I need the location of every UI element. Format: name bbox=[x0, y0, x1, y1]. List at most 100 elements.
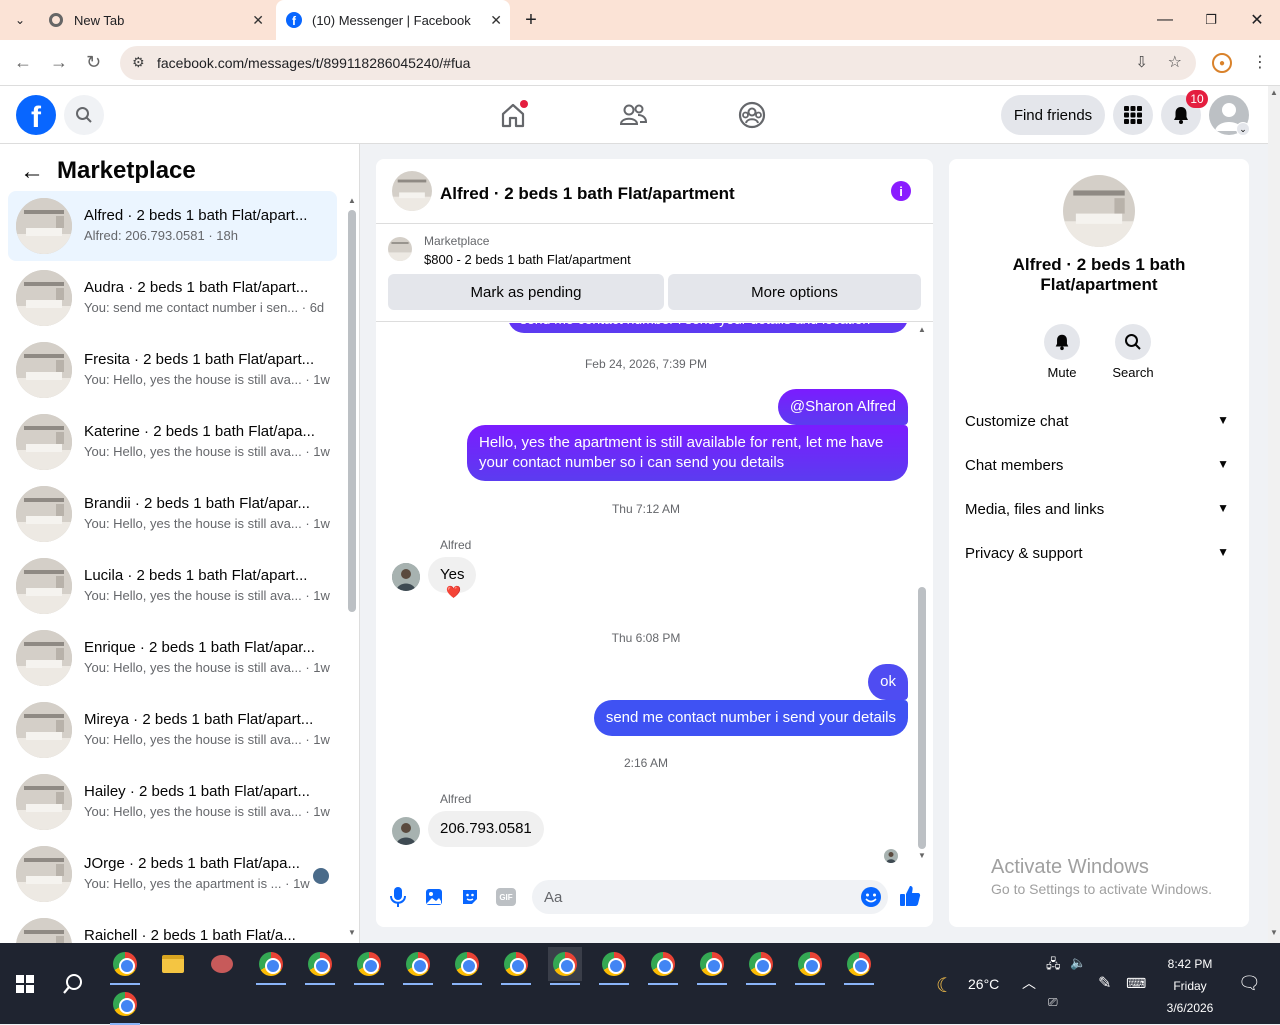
tab-search-icon[interactable]: ⌄ bbox=[2, 0, 38, 40]
info-icon[interactable]: i bbox=[891, 181, 911, 201]
windows-start-icon[interactable] bbox=[8, 967, 42, 1001]
conversation-item[interactable]: Katerine · 2 beds 1 bath Flat/apa... You:… bbox=[8, 407, 337, 477]
chrome-icon[interactable] bbox=[646, 947, 680, 985]
pen-icon[interactable]: ✎ bbox=[1098, 973, 1111, 993]
conversation-item[interactable]: Fresita · 2 beds 1 bath Flat/apart... You… bbox=[8, 335, 337, 405]
chrome-icon[interactable] bbox=[597, 947, 631, 985]
search-icon[interactable] bbox=[56, 967, 90, 1001]
message-bubble[interactable]: 206.793.0581 bbox=[428, 811, 544, 847]
message-scrollbar[interactable]: ▲ ▼ bbox=[916, 325, 928, 861]
site-info-icon[interactable]: ⚙ bbox=[132, 54, 145, 71]
chrome-icon[interactable] bbox=[303, 947, 337, 985]
search-icon[interactable] bbox=[64, 95, 104, 135]
friends-icon[interactable] bbox=[618, 100, 648, 130]
close-window-icon[interactable]: ✕ bbox=[1234, 0, 1280, 40]
customize-chat-section[interactable]: Customize chat ▼ bbox=[965, 413, 1233, 430]
search-label[interactable]: Search bbox=[1103, 365, 1163, 380]
mention-bubble[interactable]: @Sharon Alfred bbox=[777, 389, 908, 425]
find-friends-button[interactable]: Find friends bbox=[1001, 95, 1105, 135]
keyboard-icon[interactable]: ⌨ bbox=[1126, 975, 1146, 992]
close-icon[interactable]: ✕ bbox=[252, 12, 264, 29]
message-bubble[interactable]: send me contact number i send your detai… bbox=[593, 700, 908, 736]
microphone-icon[interactable] bbox=[388, 885, 408, 909]
photo-icon[interactable] bbox=[424, 887, 444, 907]
emoji-icon[interactable] bbox=[860, 886, 882, 908]
chevron-down-icon[interactable]: ⌄ bbox=[1236, 122, 1250, 136]
chat-title[interactable]: Alfred · 2 beds 1 bath Flat/apartment bbox=[440, 184, 735, 204]
omnibox[interactable]: ⚙ facebook.com/messages/t/89911828604524… bbox=[120, 46, 1196, 80]
heart-reaction-icon[interactable]: ❤️ bbox=[446, 585, 461, 599]
tab-messenger[interactable]: f (10) Messenger | Facebook ✕ bbox=[276, 0, 510, 40]
chrome-icon[interactable] bbox=[842, 947, 876, 985]
gif-icon[interactable]: GIF bbox=[496, 888, 516, 906]
chrome-icon[interactable] bbox=[695, 947, 729, 985]
message-bubble[interactable]: ok bbox=[868, 664, 908, 700]
message-bubble[interactable]: send me contact number i send your detai… bbox=[508, 323, 908, 333]
chrome-icon[interactable] bbox=[352, 947, 386, 985]
message-bubble[interactable]: Hello, yes the apartment is still availa… bbox=[467, 425, 908, 481]
menu-kebab-icon[interactable]: ⋮ bbox=[1252, 52, 1268, 72]
privacy-support-section[interactable]: Privacy & support ▼ bbox=[965, 545, 1233, 562]
conversation-item[interactable]: Alfred · 2 beds 1 bath Flat/apart... Alfr… bbox=[8, 191, 337, 261]
chat-members-section[interactable]: Chat members ▼ bbox=[965, 457, 1233, 474]
conversation-item[interactable]: Lucila · 2 beds 1 bath Flat/apart... You:… bbox=[8, 551, 337, 621]
conversation-item[interactable]: Audra · 2 beds 1 bath Flat/apart... You: … bbox=[8, 263, 337, 333]
home-icon[interactable] bbox=[498, 100, 528, 130]
sender-avatar[interactable] bbox=[392, 563, 420, 591]
listing-text[interactable]: $800 - 2 beds 1 bath Flat/apartment bbox=[424, 252, 631, 267]
weather-moon-icon[interactable]: ☾ bbox=[936, 973, 954, 998]
back-icon[interactable]: ← bbox=[14, 52, 32, 73]
minimize-icon[interactable]: — bbox=[1142, 0, 1188, 40]
network-icon[interactable]: 🖧 bbox=[1046, 955, 1061, 977]
more-options-button[interactable]: More options bbox=[668, 274, 921, 310]
sticker-icon[interactable] bbox=[460, 887, 480, 907]
restore-icon[interactable]: ❐ bbox=[1188, 0, 1234, 40]
menu-grid-icon[interactable] bbox=[1113, 95, 1153, 135]
like-icon[interactable] bbox=[898, 884, 922, 908]
chrome-icon[interactable] bbox=[401, 947, 435, 985]
back-arrow-icon[interactable]: ← bbox=[20, 158, 44, 186]
clock[interactable]: 8:42 PM Friday 3/6/2026 bbox=[1160, 953, 1220, 1019]
chrome-icon[interactable] bbox=[254, 947, 288, 985]
reload-icon[interactable]: ↻ bbox=[86, 52, 101, 73]
mute-bell-icon[interactable] bbox=[1044, 324, 1080, 360]
close-icon[interactable]: ✕ bbox=[490, 12, 502, 29]
sender-avatar[interactable] bbox=[392, 817, 420, 845]
volume-icon[interactable]: 🔈 bbox=[1070, 955, 1086, 971]
chevron-up-icon[interactable]: ︿ bbox=[1022, 973, 1036, 993]
meet-icon[interactable]: ⎚ bbox=[1048, 995, 1058, 1010]
conversation-item[interactable]: Raichell · 2 beds 1 bath Flat/a... bbox=[8, 911, 337, 943]
page-scrollbar[interactable]: ▲ ▼ bbox=[1268, 86, 1280, 943]
conversation-scrollbar[interactable]: ▲ ▼ bbox=[346, 192, 358, 940]
chrome-icon[interactable] bbox=[548, 947, 582, 985]
facebook-logo-icon[interactable]: f bbox=[16, 95, 56, 135]
profile-avatar[interactable] bbox=[1063, 175, 1135, 247]
notifications-icon[interactable]: 🗨 bbox=[1238, 973, 1261, 994]
conversation-item[interactable]: Enrique · 2 beds 1 bath Flat/apar... You:… bbox=[8, 623, 337, 693]
conversation-item[interactable]: JOrge · 2 beds 1 bath Flat/apa... You: He… bbox=[8, 839, 337, 909]
new-tab-icon[interactable]: + bbox=[508, 0, 554, 40]
profile-icon[interactable]: ● bbox=[1212, 53, 1232, 73]
chrome-icon[interactable] bbox=[744, 947, 778, 985]
chrome-icon[interactable] bbox=[793, 947, 827, 985]
message-input[interactable]: Aa bbox=[532, 880, 888, 914]
chrome-icon[interactable] bbox=[108, 987, 142, 1025]
forward-icon[interactable]: → bbox=[50, 52, 68, 73]
chat-avatar[interactable] bbox=[392, 171, 432, 211]
chrome-icon[interactable] bbox=[499, 947, 533, 985]
install-app-icon[interactable]: ⇩ bbox=[1135, 53, 1148, 71]
conversation-item[interactable]: Brandii · 2 beds 1 bath Flat/apar... You:… bbox=[8, 479, 337, 549]
temperature[interactable]: 26°C bbox=[968, 976, 999, 992]
media-files-links-section[interactable]: Media, files and links ▼ bbox=[965, 501, 1233, 518]
conversation-item[interactable]: Mireya · 2 beds 1 bath Flat/apart... You:… bbox=[8, 695, 337, 765]
file-explorer-icon[interactable] bbox=[156, 947, 190, 981]
bookmark-star-icon[interactable]: ☆ bbox=[1168, 52, 1182, 72]
mute-label[interactable]: Mute bbox=[1032, 365, 1092, 380]
chrome-icon[interactable] bbox=[108, 947, 142, 985]
paint-icon[interactable] bbox=[205, 947, 239, 981]
groups-icon[interactable] bbox=[737, 100, 767, 130]
chrome-icon[interactable] bbox=[450, 947, 484, 985]
url-text[interactable]: facebook.com/messages/t/899118286045240/… bbox=[157, 55, 470, 71]
search-icon[interactable] bbox=[1115, 324, 1151, 360]
mark-pending-button[interactable]: Mark as pending bbox=[388, 274, 664, 310]
